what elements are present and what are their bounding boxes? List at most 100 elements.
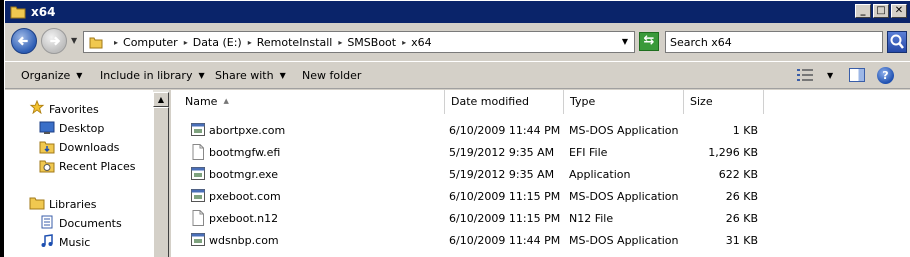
file-size: 622 KB xyxy=(718,168,758,181)
search-icon xyxy=(890,34,904,49)
nav-desktop[interactable]: Desktop xyxy=(59,122,104,135)
column-header-size[interactable]: Size xyxy=(684,90,764,114)
file-size: 26 KB xyxy=(725,190,758,203)
crumb-data-drive[interactable]: Data (E:) xyxy=(193,36,242,49)
crumb-remoteinstall[interactable]: RemoteInstall xyxy=(257,36,333,49)
file-type: EFI File xyxy=(569,146,608,159)
file-date: 6/10/2009 11:15 PM xyxy=(449,212,561,225)
include-in-library-menu[interactable]: Include in library ▼ xyxy=(100,69,205,82)
organize-label: Organize xyxy=(21,69,71,82)
navigation-pane: Favorites Desktop Downloads Recent Place… xyxy=(5,90,153,257)
chevron-down-icon: ▼ xyxy=(279,71,286,80)
column-header-type[interactable]: Type xyxy=(564,90,684,114)
scrollbar-thumb[interactable] xyxy=(153,107,169,257)
file-date: 5/19/2012 9:35 AM xyxy=(449,146,555,159)
folder-icon xyxy=(10,6,26,19)
scroll-up-button[interactable]: ▲ xyxy=(153,92,169,107)
file-icon xyxy=(192,210,204,226)
app-icon xyxy=(191,189,205,202)
file-name[interactable]: abortpxe.com xyxy=(209,124,285,137)
file-name[interactable]: pxeboot.com xyxy=(209,190,281,203)
file-type: N12 File xyxy=(569,212,614,225)
file-date: 6/10/2009 11:44 PM xyxy=(449,234,561,247)
file-row[interactable]: bootmgr.exe 5/19/2012 9:35 AM Application 6… xyxy=(171,164,910,186)
include-in-library-label: Include in library xyxy=(100,69,193,82)
nav-favorites[interactable]: Favorites xyxy=(49,103,99,116)
file-name[interactable]: bootmgfw.efi xyxy=(209,146,280,159)
preview-pane-icon[interactable] xyxy=(849,68,865,82)
address-bar[interactable]: ▸ Computer ▸ Data (E:) ▸ RemoteInstall ▸… xyxy=(83,31,635,53)
explorer-window: x64 _ □ ✕ ▼ ▸ Computer ▸ Data (E:) ▸ Rem… xyxy=(4,0,910,257)
view-details-icon[interactable] xyxy=(797,69,813,81)
new-folder-button[interactable]: New folder xyxy=(302,69,361,82)
file-size: 31 KB xyxy=(725,234,758,247)
chevron-right-icon[interactable]: ▸ xyxy=(248,38,252,47)
nav-scrollbar[interactable]: ▲ xyxy=(153,90,169,257)
file-type: MS-DOS Application xyxy=(569,190,679,203)
desktop-icon xyxy=(39,121,55,134)
chevron-down-icon: ▼ xyxy=(76,71,83,80)
file-type: MS-DOS Application xyxy=(569,124,679,137)
nav-music[interactable]: Music xyxy=(59,236,90,249)
column-header-date[interactable]: Date modified xyxy=(445,90,564,114)
recent-places-icon xyxy=(39,160,55,173)
crumb-computer[interactable]: Computer xyxy=(123,36,178,49)
nav-recent-places[interactable]: Recent Places xyxy=(59,160,136,173)
share-with-menu[interactable]: Share with ▼ xyxy=(215,69,286,82)
libraries-icon xyxy=(29,197,45,210)
file-row[interactable]: bootmgfw.efi 5/19/2012 9:35 AM EFI File 1,2… xyxy=(171,142,910,164)
file-row[interactable]: pxeboot.com 6/10/2009 11:15 PM MS-DOS Appl… xyxy=(171,186,910,208)
window-title: x64 xyxy=(31,5,56,19)
file-row[interactable]: wdsnbp.com 6/10/2009 11:44 PM MS-DOS Appli… xyxy=(171,230,910,252)
arrow-right-icon xyxy=(50,36,61,46)
app-icon xyxy=(191,123,205,136)
address-history-dropdown[interactable]: ▼ xyxy=(622,37,628,46)
chevron-right-icon[interactable]: ▸ xyxy=(114,38,118,47)
file-type: Application xyxy=(569,168,631,181)
file-icon xyxy=(192,144,204,160)
breadcrumb: ▸ Computer ▸ Data (E:) ▸ RemoteInstall ▸… xyxy=(108,32,432,52)
chevron-right-icon[interactable]: ▸ xyxy=(338,38,342,47)
folder-icon xyxy=(89,37,103,49)
chevron-right-icon[interactable]: ▸ xyxy=(184,38,188,47)
file-row[interactable]: pxeboot.n12 6/10/2009 11:15 PM N12 File 26 … xyxy=(171,208,910,230)
recent-pages-dropdown[interactable]: ▼ xyxy=(71,36,77,45)
crumb-x64[interactable]: x64 xyxy=(411,36,432,49)
refresh-button[interactable]: ⇆ xyxy=(639,32,659,51)
file-name[interactable]: bootmgr.exe xyxy=(209,168,278,181)
back-button[interactable] xyxy=(11,28,37,54)
organize-menu[interactable]: Organize ▼ xyxy=(21,69,82,82)
file-date: 6/10/2009 11:44 PM xyxy=(449,124,561,137)
app-icon xyxy=(191,167,205,180)
nav-documents[interactable]: Documents xyxy=(59,217,122,230)
nav-downloads[interactable]: Downloads xyxy=(59,141,119,154)
title-bar[interactable]: x64 _ □ ✕ xyxy=(5,1,910,23)
sort-ascending-icon: ▲ xyxy=(223,97,229,105)
file-size: 26 KB xyxy=(725,212,758,225)
file-list: Name ▲ Date modified Type Size abortpxe.c… xyxy=(171,90,910,257)
file-date: 5/19/2012 9:35 AM xyxy=(449,168,555,181)
app-icon xyxy=(191,233,205,246)
column-header-filler xyxy=(764,90,910,114)
forward-button[interactable] xyxy=(41,28,67,54)
star-icon xyxy=(29,100,45,114)
file-name[interactable]: pxeboot.n12 xyxy=(209,212,278,225)
change-view-dropdown[interactable]: ▼ xyxy=(827,71,833,80)
help-icon[interactable]: ? xyxy=(877,67,894,84)
search-box[interactable] xyxy=(665,31,883,53)
chevron-right-icon[interactable]: ▸ xyxy=(402,38,406,47)
search-input[interactable] xyxy=(670,35,875,49)
maximize-button[interactable]: □ xyxy=(873,4,889,18)
file-type: MS-DOS Application xyxy=(569,234,679,247)
command-bar: Organize ▼ Include in library ▼ Share with… xyxy=(5,61,910,89)
file-name[interactable]: wdsnbp.com xyxy=(209,234,279,247)
downloads-folder-icon xyxy=(39,141,55,154)
minimize-button[interactable]: _ xyxy=(855,4,871,18)
search-button[interactable] xyxy=(887,31,907,53)
close-button[interactable]: ✕ xyxy=(891,4,907,18)
crumb-smsboot[interactable]: SMSBoot xyxy=(347,36,396,49)
file-row[interactable]: abortpxe.com 6/10/2009 11:44 PM MS-DOS App… xyxy=(171,120,910,142)
nav-libraries[interactable]: Libraries xyxy=(49,198,97,211)
arrow-left-icon xyxy=(17,36,28,46)
column-header-name[interactable]: Name ▲ xyxy=(171,90,445,114)
